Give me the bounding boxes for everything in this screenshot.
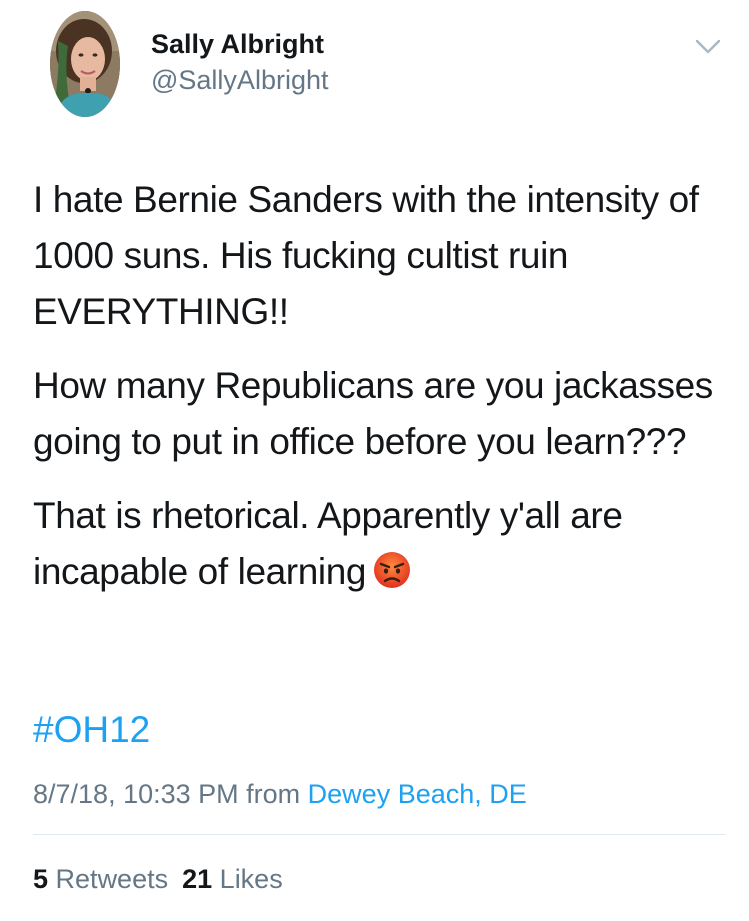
engagement-stats: 5 Retweets 21 Likes [33,862,283,896]
angry-face-emoji-icon [374,552,411,588]
likes-count: 21 [182,864,213,894]
chevron-down-icon[interactable] [694,38,722,56]
divider [33,834,725,835]
tweet-paragraph-text: That is rhetorical. Apparently y'all are… [33,495,623,592]
likes-label: Likes [219,864,283,894]
retweets-count: 5 [33,864,49,894]
retweets-stat[interactable]: 5 Retweets [33,864,168,894]
timestamp[interactable]: 8/7/18, 10:33 PM [33,779,239,809]
avatar[interactable] [50,11,120,117]
from-label: from [246,779,301,809]
likes-stat[interactable]: 21 Likes [182,864,283,894]
hashtag-link[interactable]: #OH12 [33,702,150,758]
profile-photo-icon [50,11,120,117]
location-link[interactable]: Dewey Beach, DE [308,779,527,809]
tweet-detail: Sally Albright @SallyAlbright I hate Ber… [0,0,749,921]
author-display-name[interactable]: Sally Albright [151,28,324,60]
retweets-label: Retweets [55,864,169,894]
tweet-paragraph: I hate Bernie Sanders with the intensity… [33,179,699,332]
tweet-paragraph-last: That is rhetorical. Apparently y'all are… [33,488,723,600]
tweet-meta: 8/7/18, 10:33 PM from Dewey Beach, DE [33,776,527,812]
author-handle[interactable]: @SallyAlbright [151,64,328,96]
tweet-paragraph: How many Republicans are you jackasses g… [33,365,713,462]
tweet-text: I hate Bernie Sanders with the intensity… [33,172,723,600]
